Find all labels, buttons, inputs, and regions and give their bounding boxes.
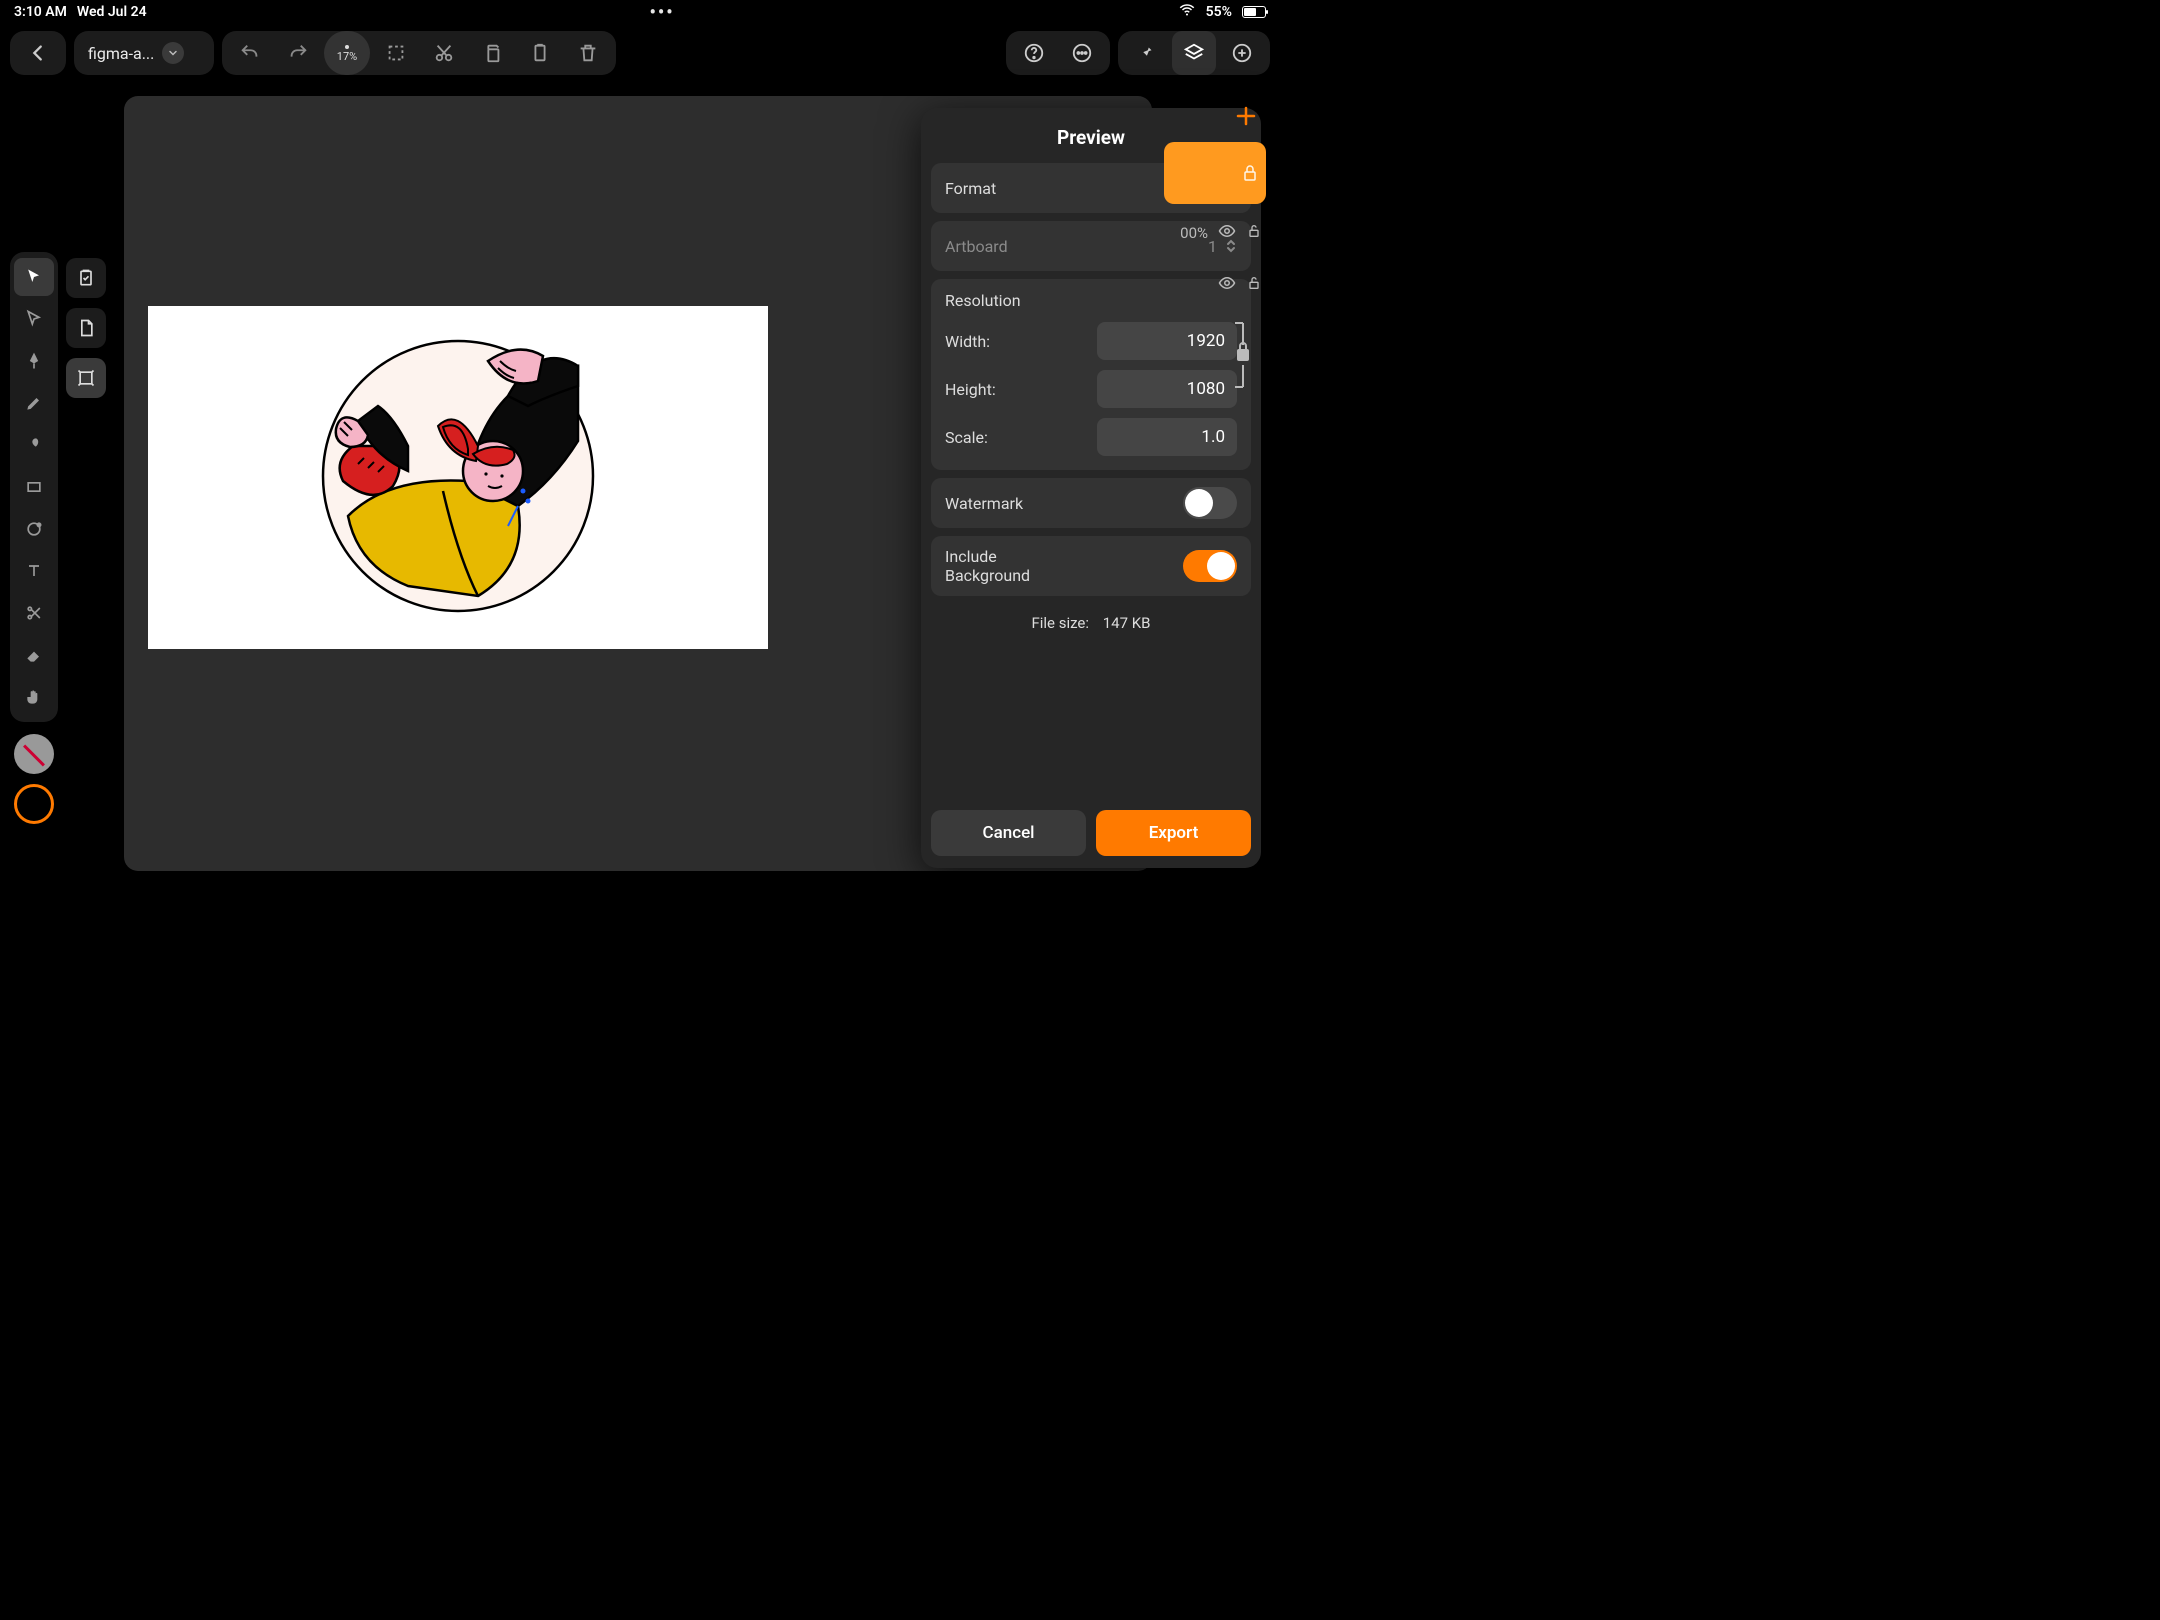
crop-button[interactable] xyxy=(374,31,418,75)
filesize-label: File size: xyxy=(1031,614,1089,632)
left-toolbar-secondary xyxy=(66,258,106,398)
undo-button[interactable] xyxy=(228,31,272,75)
format-label: Format xyxy=(945,179,996,198)
rect-tool[interactable] xyxy=(14,468,54,506)
document-switcher[interactable]: figma-a... xyxy=(74,31,214,75)
text-tool[interactable] xyxy=(14,552,54,590)
battery-percent: 55% xyxy=(1206,4,1232,20)
add-button[interactable] xyxy=(1220,31,1264,75)
help-button[interactable] xyxy=(1012,31,1056,75)
library-button[interactable] xyxy=(66,258,106,298)
transform-button[interactable] xyxy=(66,358,106,398)
zoom-button[interactable]: 17% xyxy=(324,31,370,75)
layers-panel: 00% xyxy=(1164,96,1266,308)
help-group xyxy=(1006,31,1110,75)
width-label: Width: xyxy=(945,332,990,351)
include-bg-row: IncludeBackground xyxy=(931,536,1251,596)
pen-tool[interactable] xyxy=(14,342,54,380)
top-toolbar: figma-a... 17% xyxy=(0,24,1280,82)
trash-button[interactable] xyxy=(566,31,610,75)
height-input[interactable] xyxy=(1097,370,1237,408)
add-layer-button[interactable] xyxy=(1226,96,1266,136)
cancel-button[interactable]: Cancel xyxy=(931,810,1086,856)
layer-opacity: 00% xyxy=(1180,224,1208,242)
include-bg-label: IncludeBackground xyxy=(945,547,1030,585)
pin-button[interactable] xyxy=(1124,31,1168,75)
eraser-tool[interactable] xyxy=(14,636,54,674)
edit-group: 17% xyxy=(222,31,616,75)
lock-icon[interactable] xyxy=(1246,275,1262,295)
filesize-value: 147 KB xyxy=(1103,614,1151,632)
width-input[interactable] xyxy=(1097,322,1237,360)
layer-row-meta: 00% xyxy=(1164,210,1266,256)
select-tool[interactable] xyxy=(14,258,54,296)
page-button[interactable] xyxy=(66,308,106,348)
artwork-illustration xyxy=(148,306,768,649)
pencil-tool[interactable] xyxy=(14,384,54,422)
paste-button[interactable] xyxy=(518,31,562,75)
watermark-label: Watermark xyxy=(945,494,1023,513)
fill-color-swatch[interactable] xyxy=(14,734,54,774)
stroke-color-swatch[interactable] xyxy=(14,784,54,824)
more-button[interactable] xyxy=(1060,31,1104,75)
brush-tool[interactable] xyxy=(14,426,54,464)
left-toolbar xyxy=(10,252,58,824)
status-date: Wed Jul 24 xyxy=(77,4,147,20)
hand-tool[interactable] xyxy=(14,678,54,716)
scissors-tool[interactable] xyxy=(14,594,54,632)
workspace: Preview Format PNG Artboard 1 xyxy=(0,82,1280,960)
ellipse-tool[interactable] xyxy=(14,510,54,548)
status-time: 3:10 AM xyxy=(14,4,67,20)
artboard[interactable] xyxy=(148,306,768,649)
aspect-lock-icon[interactable] xyxy=(1231,319,1253,395)
watermark-toggle[interactable] xyxy=(1183,487,1237,519)
layer-lock-icon xyxy=(1242,164,1258,182)
back-button[interactable] xyxy=(16,31,60,75)
export-button[interactable]: Export xyxy=(1096,810,1251,856)
status-bar: 3:10 AM Wed Jul 24 ••• 55% xyxy=(0,0,1280,24)
height-label: Height: xyxy=(945,380,996,399)
scale-input[interactable] xyxy=(1097,418,1237,456)
back-group xyxy=(10,31,66,75)
artboard-label: Artboard xyxy=(945,237,1008,256)
filesize-row: File size: 147 KB xyxy=(931,604,1251,636)
multitask-dots-icon[interactable]: ••• xyxy=(650,2,675,23)
canvas[interactable]: Preview Format PNG Artboard 1 xyxy=(124,96,1152,871)
include-bg-toggle[interactable] xyxy=(1183,550,1237,582)
visibility-icon[interactable] xyxy=(1218,222,1236,244)
scale-label: Scale: xyxy=(945,428,988,447)
node-tool[interactable] xyxy=(14,300,54,338)
zoom-value: 17% xyxy=(337,51,357,62)
chevron-down-icon xyxy=(162,42,184,64)
visibility-icon[interactable] xyxy=(1218,274,1236,296)
document-name: figma-a... xyxy=(88,44,154,63)
layer-row-2[interactable] xyxy=(1164,262,1266,308)
watermark-row: Watermark xyxy=(931,478,1251,528)
layers-button[interactable] xyxy=(1172,31,1216,75)
cut-button[interactable] xyxy=(422,31,466,75)
lock-icon[interactable] xyxy=(1246,223,1262,243)
battery-icon xyxy=(1242,6,1266,18)
redo-button[interactable] xyxy=(276,31,320,75)
layer-selected[interactable] xyxy=(1164,142,1266,204)
view-group xyxy=(1118,31,1270,75)
wifi-icon xyxy=(1178,1,1196,23)
copy-button[interactable] xyxy=(470,31,514,75)
